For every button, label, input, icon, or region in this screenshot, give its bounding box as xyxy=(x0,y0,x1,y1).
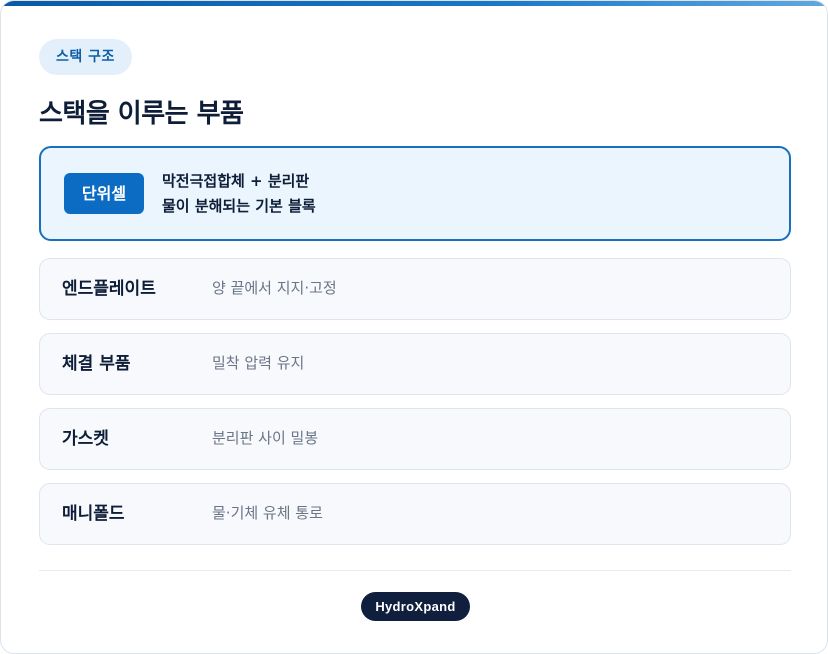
accent-top-bar xyxy=(1,1,827,6)
component-row-end-plate: 엔드플레이트 양 끝에서 지지·고정 xyxy=(39,258,791,320)
unit-cell-highlight: 단위셀 막전극접합체 + 분리판 물이 분해되는 기본 블록 xyxy=(39,146,791,241)
component-name: 매니폴드 xyxy=(62,504,125,524)
component-name: 체결 부품 xyxy=(62,354,131,374)
unit-cell-badge: 단위셀 xyxy=(64,173,144,214)
component-row-fastener: 체결 부품 밀착 압력 유지 xyxy=(39,333,791,395)
page-title: 스택을 이루는 부품 xyxy=(39,99,244,129)
stack-structure-card: 스택 구조 스택을 이루는 부품 단위셀 막전극접합체 + 분리판 물이 분해되… xyxy=(0,0,828,654)
component-description: 양 끝에서 지지·고정 xyxy=(212,279,337,297)
section-tag: 스택 구조 xyxy=(39,39,132,75)
unit-cell-composition: 막전극접합체 + 분리판 xyxy=(162,172,310,190)
brand-badge: HydroXpand xyxy=(361,592,470,621)
component-row-gasket: 가스켓 분리판 사이 밀봉 xyxy=(39,408,791,470)
component-description: 밀착 압력 유지 xyxy=(212,354,305,372)
footer-divider xyxy=(39,570,791,571)
component-row-manifold: 매니폴드 물·기체 유체 통로 xyxy=(39,483,791,545)
component-description: 분리판 사이 밀봉 xyxy=(212,429,319,447)
unit-cell-description: 물이 분해되는 기본 블록 xyxy=(162,197,316,215)
component-description: 물·기체 유체 통로 xyxy=(212,504,323,522)
component-name: 엔드플레이트 xyxy=(62,279,156,299)
component-name: 가스켓 xyxy=(62,429,109,449)
